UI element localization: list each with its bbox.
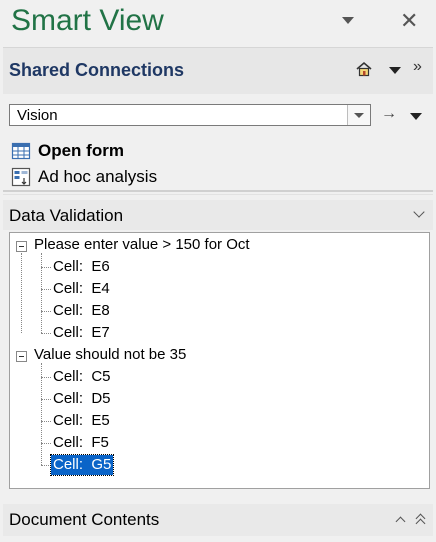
tree-cell-item[interactable]: Cell: E8 [53, 301, 110, 321]
validation-tree[interactable]: Please enter value > 150 for Oct Cell: E… [9, 232, 430, 489]
tree-connector [41, 289, 51, 290]
open-form-label: Open form [38, 141, 124, 160]
tree-cell-item[interactable]: Cell: E5 [53, 411, 110, 431]
tree-cell-item[interactable]: Cell: E7 [53, 323, 110, 343]
shared-connections-header: Shared Connections » [3, 47, 433, 94]
document-contents-title: Document Contents [9, 510, 160, 529]
document-contents-header[interactable]: Document Contents [3, 504, 433, 536]
double-chevron-up-icon-lower [415, 518, 426, 529]
more-icon[interactable]: » [413, 58, 422, 76]
close-icon[interactable]: ✕ [400, 8, 418, 34]
validation-group-1[interactable]: Please enter value > 150 for Oct [34, 235, 250, 255]
shared-connections-title: Shared Connections [9, 60, 185, 80]
tree-connector [41, 465, 51, 466]
tree-connector [41, 377, 51, 378]
pane-options-dropdown-icon[interactable] [342, 17, 354, 24]
home-icon[interactable] [355, 60, 373, 78]
pane-title: Smart View [11, 4, 164, 37]
tree-connector [41, 399, 51, 400]
form-grid-icon [11, 142, 31, 160]
connection-value: Vision [17, 107, 58, 124]
tree-connector [41, 333, 51, 334]
tree-connector [41, 363, 42, 465]
connection-dropdown-button[interactable] [347, 105, 370, 125]
go-arrow-icon[interactable]: → [381, 105, 397, 123]
tree-cell-item[interactable]: Cell: E6 [53, 257, 110, 277]
go-dropdown-icon[interactable] [410, 113, 422, 120]
tree-cell-item-selected[interactable]: Cell: G5 [49, 454, 115, 476]
chevron-up-icon[interactable] [395, 516, 406, 527]
open-form-action[interactable]: Open form [11, 140, 124, 162]
ad-hoc-analysis-label: Ad hoc analysis [38, 167, 158, 186]
panel-splitter-line [3, 194, 433, 195]
tree-cell-item[interactable]: Cell: E4 [53, 279, 110, 299]
connection-select[interactable]: Vision [9, 104, 371, 126]
panel-splitter[interactable] [3, 190, 433, 192]
collapse-icon[interactable] [16, 351, 27, 362]
tree-connector [41, 311, 51, 312]
tree-cell-item[interactable]: Cell: D5 [53, 389, 111, 409]
validation-group-2[interactable]: Value should not be 35 [34, 345, 186, 365]
tree-connector [21, 253, 22, 333]
tree-cell-item[interactable]: Cell: C5 [53, 367, 111, 387]
tree-connector [41, 443, 51, 444]
data-validation-header[interactable]: Data Validation [3, 200, 433, 230]
chevron-down-icon[interactable] [413, 206, 425, 218]
data-validation-title: Data Validation [9, 206, 124, 225]
shared-dropdown-icon[interactable] [389, 67, 401, 74]
tree-cell-item[interactable]: Cell: F5 [53, 433, 109, 453]
tree-connector [41, 267, 51, 268]
tree-connector [41, 253, 42, 333]
tree-connector [41, 421, 51, 422]
collapse-icon[interactable] [16, 241, 27, 252]
ad-hoc-analysis-action[interactable]: Ad hoc analysis [11, 166, 157, 188]
ad-hoc-icon [11, 167, 31, 187]
